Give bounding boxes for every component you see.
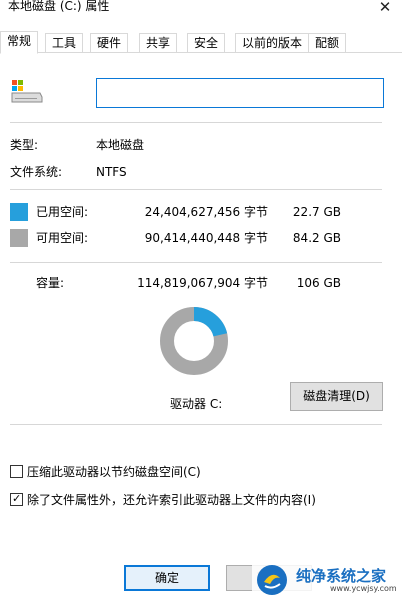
free-space-bytes: 90,414,440,448 字节 xyxy=(144,231,268,245)
capacity-label: 容量: xyxy=(36,276,65,290)
watermark: 纯净系统之家 www.ycwjsy.com xyxy=(252,560,402,602)
title-bar: 本地磁盘 (C:) 属性 ✕ xyxy=(0,0,402,22)
capacity-bytes: 114,819,067,904 字节 xyxy=(137,276,268,290)
usage-donut-chart xyxy=(160,307,228,375)
tab-quota[interactable]: 配额 xyxy=(308,33,347,53)
drive-letter-label: 驱动器 C: xyxy=(170,397,223,411)
tab-previous-versions[interactable]: 以前的版本 xyxy=(235,33,310,53)
watermark-url: www.ycwjsy.com xyxy=(330,584,397,593)
index-checkbox[interactable]: ✓ xyxy=(10,492,23,506)
divider xyxy=(10,424,382,425)
watermark-text: 纯净系统之家 xyxy=(296,567,387,585)
used-space-gb: 22.7 GB xyxy=(292,205,341,219)
tab-strip: 常规 工具 硬件 共享 安全 以前的版本 配额 xyxy=(0,31,402,54)
capacity-gb: 106 GB xyxy=(296,276,341,290)
ok-button[interactable]: 确定 xyxy=(124,565,210,591)
free-space-gb: 84.2 GB xyxy=(292,231,341,245)
window-title: 本地磁盘 (C:) 属性 xyxy=(8,0,110,13)
tab-security[interactable]: 安全 xyxy=(187,33,226,53)
drive-icon xyxy=(11,80,43,103)
used-space-label: 已用空间: xyxy=(36,205,89,219)
divider xyxy=(10,189,382,190)
divider xyxy=(10,262,382,263)
compress-checkbox-label: 压缩此驱动器以节约磁盘空间(C) xyxy=(27,465,201,479)
compress-checkbox[interactable] xyxy=(10,465,23,478)
used-space-bytes: 24,404,627,456 字节 xyxy=(144,205,268,219)
close-icon[interactable]: ✕ xyxy=(368,0,402,18)
disk-cleanup-button[interactable]: 磁盘清理(D) xyxy=(290,382,383,411)
type-label: 类型: xyxy=(10,138,39,152)
tab-sharing[interactable]: 共享 xyxy=(139,33,178,53)
check-icon: ✓ xyxy=(12,492,22,505)
divider xyxy=(10,122,382,123)
free-space-label: 可用空间: xyxy=(36,231,89,245)
used-space-swatch xyxy=(10,203,28,221)
tab-tools[interactable]: 工具 xyxy=(45,33,84,53)
index-checkbox-label: 除了文件属性外，还允许索引此驱动器上文件的内容(I) xyxy=(27,493,316,507)
free-space-swatch xyxy=(10,229,28,247)
type-value: 本地磁盘 xyxy=(96,138,145,152)
drive-name-input[interactable] xyxy=(96,78,384,108)
filesystem-label: 文件系统: xyxy=(10,165,63,179)
tab-general[interactable]: 常规 xyxy=(0,31,39,54)
filesystem-value: NTFS xyxy=(96,165,127,179)
tab-hardware[interactable]: 硬件 xyxy=(90,33,129,53)
watermark-logo-icon xyxy=(257,565,287,595)
